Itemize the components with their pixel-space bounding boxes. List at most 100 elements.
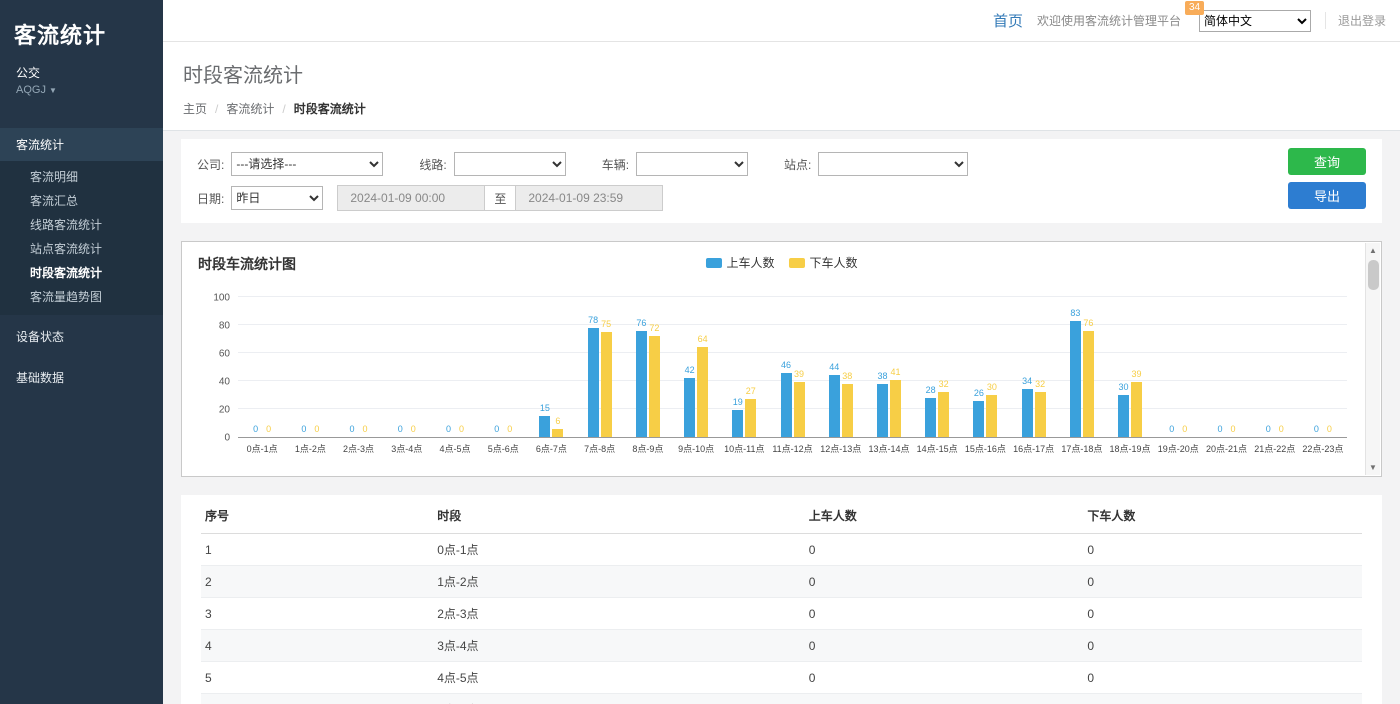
- breadcrumb-section[interactable]: 客流统计: [226, 100, 274, 117]
- bar-alighting: 39: [1131, 382, 1142, 437]
- x-axis-tick-label: 9点-10点: [672, 442, 720, 455]
- sidebar-section-1[interactable]: 设备状态: [0, 317, 163, 356]
- search-button[interactable]: 查询: [1288, 148, 1366, 175]
- bar-boarding: 44: [829, 375, 840, 437]
- table-cell: 0: [805, 534, 1084, 566]
- bar-value-label: 32: [939, 379, 949, 390]
- bar-value-label: 0: [398, 424, 403, 435]
- company-code-label: AQGJ: [16, 84, 46, 96]
- y-axis-tick-label: 80: [219, 321, 230, 332]
- legend-item-boarding[interactable]: 上车人数: [705, 254, 774, 271]
- breadcrumb-separator: /: [215, 102, 218, 116]
- table-row: 10点-1点00: [201, 534, 1362, 566]
- table-cell: 0: [805, 662, 1084, 694]
- station-select[interactable]: [818, 152, 968, 176]
- date-start-input[interactable]: 2024-01-09 00:00: [337, 185, 485, 211]
- x-axis-tick-label: 4点-5点: [431, 442, 479, 455]
- home-link[interactable]: 首页: [993, 10, 1023, 31]
- sidebar-item[interactable]: 线路客流统计: [0, 213, 163, 237]
- date-preset-filter: 日期: 昨日: [197, 186, 323, 210]
- bar-alighting: 75: [601, 332, 612, 437]
- bar-value-label: 0: [1327, 424, 1332, 435]
- table-cell: 0点-1点: [433, 534, 805, 566]
- language-select[interactable]: 简体中文: [1199, 10, 1311, 32]
- sidebar-item[interactable]: 客流量趋势图: [0, 285, 163, 309]
- table-cell: 0: [1083, 662, 1362, 694]
- bar-value-label: 39: [1132, 369, 1142, 380]
- company-filter: 公司: ---请选择---: [197, 152, 383, 176]
- x-axis-tick-label: 7点-8点: [576, 442, 624, 455]
- date-preset-select[interactable]: 昨日: [231, 186, 323, 210]
- bar-group: 4639: [768, 298, 816, 437]
- sidebar-section-2[interactable]: 基础数据: [0, 358, 163, 397]
- bar-boarding: 26: [973, 401, 984, 437]
- bar-value-label: 28: [926, 385, 936, 396]
- sidebar-item[interactable]: 客流明细: [0, 165, 163, 189]
- table-cell: 4点-5点: [433, 662, 805, 694]
- legend-label: 上车人数: [726, 254, 774, 271]
- bar-group: 156: [527, 298, 575, 437]
- table-cell: 0: [1083, 598, 1362, 630]
- export-button[interactable]: 导出: [1288, 182, 1366, 209]
- scrollbar-thumb[interactable]: [1368, 260, 1379, 290]
- scrollbar-up-arrow[interactable]: ▲: [1366, 243, 1381, 258]
- x-axis-tick-label: 6点-7点: [527, 442, 575, 455]
- bar-group: 00: [383, 298, 431, 437]
- line-select[interactable]: [454, 152, 566, 176]
- bar-group: 3841: [865, 298, 913, 437]
- legend-item-alighting[interactable]: 下车人数: [789, 254, 858, 271]
- x-axis-tick-label: 1点-2点: [286, 442, 334, 455]
- chart-x-row: 0点-1点1点-2点2点-3点3点-4点4点-5点5点-6点6点-7点7点-8点…: [204, 438, 1347, 455]
- sidebar-item[interactable]: 客流汇总: [0, 189, 163, 213]
- bar-value-label: 76: [1083, 318, 1093, 329]
- vehicle-select[interactable]: [636, 152, 748, 176]
- station-filter: 站点:: [784, 152, 968, 176]
- y-axis-tick-label: 60: [219, 349, 230, 360]
- welcome-text: 欢迎使用客流统计管理平台: [1037, 12, 1181, 29]
- vehicle-label: 车辆:: [602, 156, 629, 173]
- bar-alighting: 72: [649, 336, 660, 437]
- bar-group: 00: [334, 298, 382, 437]
- bar-group: 3039: [1106, 298, 1154, 437]
- chart-groups: 0000000000001567875767242641927463944383…: [238, 298, 1347, 437]
- scrollbar-down-arrow[interactable]: ▼: [1366, 460, 1381, 475]
- table-cell: 0: [805, 566, 1084, 598]
- x-axis-tick-label: 10点-11点: [720, 442, 768, 455]
- breadcrumb-home[interactable]: 主页: [183, 100, 207, 117]
- sidebar-menu: 客流统计客流明细客流汇总线路客流统计站点客流统计时段客流统计客流量趋势图设备状态…: [0, 128, 163, 397]
- y-axis-tick-label: 0: [224, 433, 230, 444]
- bar-value-label: 26: [974, 388, 984, 399]
- table-row: 43点-4点00: [201, 630, 1362, 662]
- x-axis-tick-label: 21点-22点: [1251, 442, 1299, 455]
- bar-group: 00: [1202, 298, 1250, 437]
- chart-y-axis: 020406080100: [204, 298, 238, 438]
- bar-alighting: 27: [745, 399, 756, 437]
- bar-alighting: 39: [794, 382, 805, 437]
- date-end-input[interactable]: 2024-01-09 23:59: [515, 185, 663, 211]
- logout-link[interactable]: 退出登录: [1325, 12, 1386, 29]
- bar-value-label: 46: [781, 360, 791, 371]
- bar-value-label: 0: [266, 424, 271, 435]
- sidebar-section-0[interactable]: 客流统计: [0, 128, 163, 161]
- x-axis-tick-label: 20点-21点: [1202, 442, 1250, 455]
- sidebar-item[interactable]: 站点客流统计: [0, 237, 163, 261]
- bar-group: 00: [431, 298, 479, 437]
- bar-value-label: 38: [842, 371, 852, 382]
- x-axis-tick-label: 5点-6点: [479, 442, 527, 455]
- table-header-cell: 时段: [433, 497, 805, 534]
- table-cell: 0: [805, 694, 1084, 704]
- bar-value-label: 0: [301, 424, 306, 435]
- sidebar-item[interactable]: 时段客流统计: [0, 261, 163, 285]
- bar-boarding: 15: [539, 416, 550, 437]
- bar-value-label: 15: [540, 403, 550, 414]
- x-axis-tick-label: 19点-20点: [1154, 442, 1202, 455]
- bar-value-label: 38: [877, 371, 887, 382]
- table-body: 10点-1点0021点-2点0032点-3点0043点-4点0054点-5点00…: [201, 534, 1362, 704]
- bar-group: 7875: [576, 298, 624, 437]
- bar-alighting: 38: [842, 384, 853, 437]
- company-select[interactable]: ---请选择---: [231, 152, 383, 176]
- company-selector[interactable]: AQGJ ▼: [0, 81, 163, 104]
- bar-alighting: 41: [890, 380, 901, 437]
- table-header-row: 序号时段上车人数下车人数: [201, 497, 1362, 534]
- x-axis-tick-label: 12点-13点: [817, 442, 865, 455]
